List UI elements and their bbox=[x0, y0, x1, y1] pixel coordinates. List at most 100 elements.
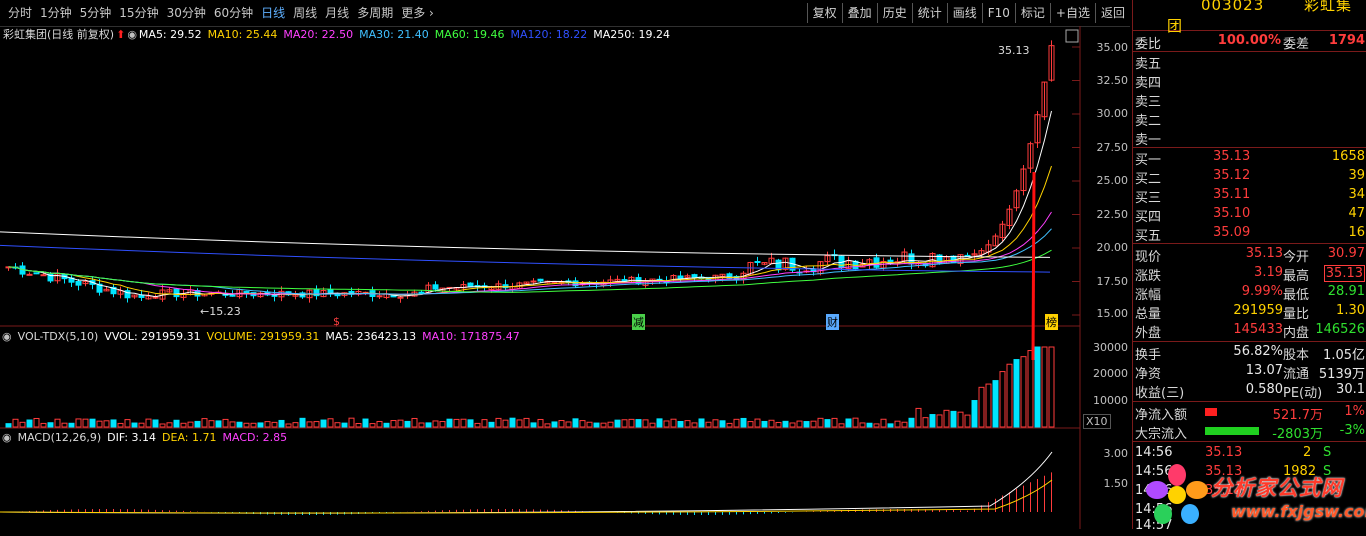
volume-bar bbox=[775, 421, 782, 428]
volume-scale-badge: X10 bbox=[1083, 414, 1111, 429]
volume-bar bbox=[887, 423, 894, 428]
volume-bar bbox=[663, 420, 670, 428]
volume-bar bbox=[481, 419, 488, 428]
buy-label: 买二 bbox=[1135, 172, 1162, 187]
volume-bar bbox=[404, 420, 411, 428]
macd-tick: 3.00 bbox=[1103, 447, 1129, 460]
sell-row[interactable]: 卖三 bbox=[1133, 90, 1366, 110]
volume-bar bbox=[502, 419, 509, 428]
volume-bar bbox=[103, 420, 110, 428]
chevron-down-icon[interactable]: ◉ bbox=[2, 330, 12, 343]
sell-row[interactable]: 卖一 bbox=[1133, 128, 1366, 148]
macd-panel-header: ◉ MACD(12,26,9) DIF: 3.14 DEA: 1.71 MACD… bbox=[2, 431, 293, 444]
stat-value: 145433 bbox=[1233, 322, 1283, 337]
quote-panel: 003023 彩虹集团 委比 100.00% 委差 1794 卖五 卖四 卖三 … bbox=[1132, 0, 1366, 533]
buy-row[interactable]: 买三 35.11 34 bbox=[1133, 186, 1366, 206]
stat-value: 35.13 bbox=[1245, 246, 1283, 261]
buy-row[interactable]: 买二 35.12 39 bbox=[1133, 167, 1366, 187]
volume-bar bbox=[803, 421, 810, 428]
volume-bar bbox=[1020, 356, 1027, 428]
buy-row[interactable]: 买一 35.13 1658 bbox=[1133, 148, 1366, 168]
volume-bar bbox=[593, 422, 600, 428]
volume-bar bbox=[1041, 346, 1048, 428]
stat-value: 35.13 bbox=[1323, 265, 1365, 282]
sell-row[interactable]: 卖四 bbox=[1133, 71, 1366, 91]
dea-value: DEA: 1.71 bbox=[162, 431, 217, 444]
panel-toggle-icon[interactable] bbox=[1065, 29, 1079, 43]
volume-bar bbox=[383, 422, 390, 428]
chevron-down-icon[interactable]: ◉ bbox=[2, 431, 12, 444]
price-tick: 17.50 bbox=[1096, 275, 1129, 288]
flow-value: 521.7万 bbox=[1272, 408, 1323, 423]
volume-bar bbox=[880, 418, 887, 428]
volume-bar bbox=[614, 419, 621, 428]
drawn-red-line bbox=[1031, 171, 1036, 361]
volume-bar bbox=[432, 420, 439, 428]
candlestick bbox=[537, 278, 544, 282]
candlestick bbox=[397, 296, 404, 299]
volume-bar bbox=[838, 423, 845, 428]
volume-bar bbox=[537, 418, 544, 428]
volume-bar bbox=[467, 419, 474, 428]
flow-pct: -3% bbox=[1339, 423, 1365, 438]
volume-bar bbox=[901, 421, 908, 428]
event-marker[interactable]: 榜 bbox=[1045, 314, 1058, 330]
flow-bar bbox=[1205, 427, 1259, 435]
vvol-value: VVOL: 291959.31 bbox=[104, 330, 201, 343]
volume-bar bbox=[817, 417, 824, 428]
volume-value: VOLUME: 291959.31 bbox=[206, 330, 320, 343]
volume-bar bbox=[166, 422, 173, 428]
price-tick: 35.00 bbox=[1096, 41, 1129, 54]
event-marker[interactable]: $ bbox=[333, 315, 340, 328]
volume-bar bbox=[761, 420, 768, 428]
buy-row[interactable]: 买五 35.09 16 bbox=[1133, 224, 1366, 244]
candlestick bbox=[75, 280, 82, 286]
volume-bar bbox=[236, 421, 243, 428]
volume-bar bbox=[124, 419, 131, 428]
candlestick bbox=[376, 295, 383, 298]
fin-value: 13.07 bbox=[1245, 363, 1283, 378]
volume-bar bbox=[544, 423, 551, 428]
buy-price: 35.10 bbox=[1213, 206, 1251, 221]
stat-label: 总量 bbox=[1135, 307, 1162, 322]
sell-label: 卖五 bbox=[1135, 57, 1162, 72]
volume-bar bbox=[950, 410, 957, 428]
volume-bar bbox=[789, 422, 796, 428]
stat-row: 现价 35.13 今开 30.97 bbox=[1133, 245, 1366, 265]
stat-value: 3.19 bbox=[1254, 265, 1283, 280]
volume-bar bbox=[488, 421, 495, 428]
stat-label: 内盘 bbox=[1283, 326, 1310, 341]
volume-panel-header: ◉ VOL-TDX(5,10) VVOL: 291959.31 VOLUME: … bbox=[2, 330, 526, 343]
volume-bar bbox=[922, 417, 929, 428]
stat-label: 最高 bbox=[1283, 269, 1310, 284]
price-chart[interactable] bbox=[0, 0, 1132, 529]
volume-bar bbox=[152, 419, 159, 428]
volume-bar bbox=[754, 418, 761, 428]
event-marker[interactable]: 财 bbox=[826, 314, 839, 330]
watermark-text: 分析家公式网 bbox=[1211, 476, 1343, 500]
volume-bar bbox=[47, 422, 54, 428]
volume-bar bbox=[873, 423, 880, 428]
sell-row[interactable]: 卖二 bbox=[1133, 109, 1366, 129]
volume-bar bbox=[54, 418, 61, 428]
candlestick bbox=[33, 272, 40, 275]
volume-bar bbox=[292, 422, 299, 428]
volume-bar bbox=[726, 422, 733, 428]
stat-label: 今开 bbox=[1283, 250, 1310, 265]
volume-bar bbox=[733, 418, 740, 428]
event-marker[interactable]: 减 bbox=[632, 314, 645, 330]
volume-bar bbox=[712, 419, 719, 428]
volume-bar bbox=[313, 421, 320, 428]
volume-bar bbox=[68, 422, 75, 428]
volume-bar bbox=[985, 383, 992, 428]
volume-bar bbox=[621, 419, 628, 428]
volume-bar bbox=[439, 421, 446, 428]
sell-row[interactable]: 卖五 bbox=[1133, 52, 1366, 72]
volume-bar bbox=[642, 419, 649, 428]
stat-row: 涨幅 9.99% 最低 28.91 bbox=[1133, 283, 1366, 303]
candlestick bbox=[173, 288, 180, 298]
volume-bar bbox=[460, 418, 467, 428]
tick-volume: 2 bbox=[1303, 445, 1312, 460]
buy-row[interactable]: 买四 35.10 47 bbox=[1133, 205, 1366, 225]
sell-label: 卖二 bbox=[1135, 114, 1162, 129]
